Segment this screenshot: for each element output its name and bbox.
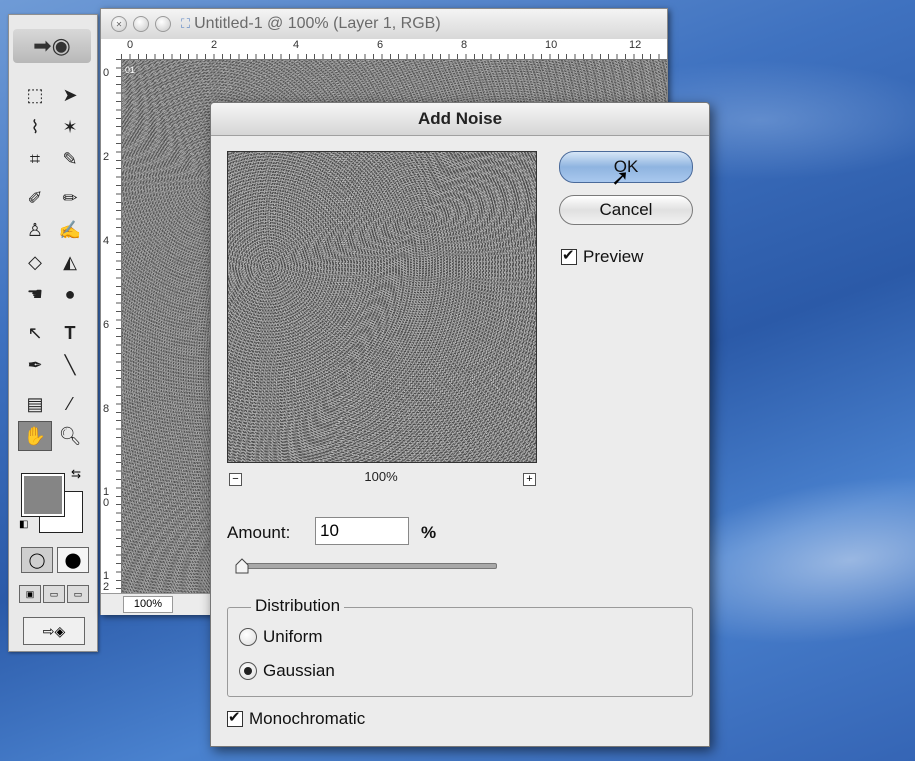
close-window-button[interactable]: ✕	[111, 16, 127, 32]
path-select-tool-icon[interactable]: ↖	[18, 318, 52, 348]
filter-preview[interactable]	[227, 151, 537, 463]
standard-mode-button[interactable]: ◯	[21, 547, 53, 573]
ruler-label: 0	[127, 39, 134, 51]
move-tool-icon[interactable]: ➤	[53, 80, 87, 110]
ruler-label: 4	[103, 235, 110, 247]
zoom-tool-icon[interactable]: 🔍︎	[53, 421, 87, 451]
eyedropper-tool-icon[interactable]: ⁄	[53, 389, 87, 419]
magic-wand-tool-icon[interactable]: ✶	[53, 112, 87, 142]
ruler-label: 12	[629, 39, 642, 51]
distribution-group	[227, 607, 693, 697]
ruler-origin[interactable]	[101, 39, 122, 60]
ruler-label: 10	[545, 39, 558, 51]
preview-checkbox-row[interactable]: Preview	[561, 246, 644, 267]
ruler-label: 2	[103, 151, 110, 163]
ruler-label: 12	[103, 570, 110, 593]
monochromatic-checkbox[interactable]	[227, 708, 243, 727]
pen-tool-icon[interactable]: ✒	[18, 350, 52, 380]
zoom-in-icon[interactable]: +	[523, 473, 536, 486]
dodge-tool-icon[interactable]: ●	[53, 279, 87, 309]
ruler-label: 8	[461, 39, 468, 51]
gaussian-radio-row[interactable]: Gaussian	[239, 661, 335, 681]
full-screen-menu-mode-button[interactable]: ▭	[43, 585, 65, 603]
gaussian-label: Gaussian	[263, 661, 335, 680]
document-proxy-icon[interactable]: ⛶	[181, 16, 190, 31]
amount-label: Amount:	[227, 523, 291, 542]
type-tool-icon[interactable]: T	[53, 318, 87, 348]
quick-mask-mode-button[interactable]: ⬤	[57, 547, 89, 573]
foreground-color-swatch[interactable]	[21, 473, 65, 517]
stamp-tool-icon[interactable]: ♙	[18, 215, 52, 245]
monochromatic-label: Monochromatic	[249, 709, 366, 728]
full-screen-mode-button[interactable]: ▭	[67, 585, 89, 603]
zoom-level-field[interactable]: 100%	[123, 596, 173, 613]
ruler-label: 8	[103, 403, 110, 415]
amount-slider-track[interactable]	[241, 563, 497, 569]
ruler-label: 2	[211, 39, 218, 51]
dialog-title: Add Noise	[211, 103, 709, 136]
document-title-text: Untitled-1 @ 100% (Layer 1, RGB)	[194, 15, 441, 32]
amount-unit: %	[421, 523, 437, 542]
marquee-tool-icon[interactable]: ⬚	[18, 80, 52, 110]
ruler-label: 0	[103, 67, 110, 79]
preview-zoom-level: 100%	[364, 469, 398, 484]
smudge-tool-icon[interactable]: ☚	[18, 279, 52, 309]
ruler-label: 6	[103, 319, 110, 331]
paint-bucket-tool-icon[interactable]: ◭	[53, 247, 87, 277]
gaussian-radio[interactable]	[239, 662, 257, 680]
default-colors-icon[interactable]: ◧	[19, 519, 28, 530]
zoom-window-button[interactable]	[155, 16, 171, 32]
eraser-tool-icon[interactable]: ◇	[18, 247, 52, 277]
standard-screen-mode-button[interactable]: ▣	[19, 585, 41, 603]
lasso-tool-icon[interactable]: ⌇	[18, 112, 52, 142]
vertical-ruler: 0 2 4 6 8 10 12	[101, 59, 122, 593]
ruler-label: 10	[103, 486, 110, 509]
preview-label: Preview	[583, 247, 644, 266]
healing-brush-tool-icon[interactable]: ✐	[18, 183, 52, 213]
document-titlebar: ✕ ⛶ Untitled-1 @ 100% (Layer 1, RGB)	[101, 9, 667, 39]
mask-mode-row: ◯ ⬤	[21, 547, 89, 573]
ruler-label: 6	[377, 39, 384, 51]
line-tool-icon[interactable]: ╲	[53, 350, 87, 380]
tool-grid: ⬚ ➤ ⌇ ✶ ⌗ ✎ ✐ ✏ ♙ ✍ ◇ ◭ ☚ ● ↖ T ✒ ╲ ▤ ⁄ ✋ 🔍︎	[17, 79, 91, 452]
distribution-legend: Distribution	[251, 596, 345, 616]
photoshop-logo-icon[interactable]: ➡◉	[13, 29, 91, 63]
cancel-button[interactable]: Cancel	[559, 195, 693, 225]
screen-mode-row: ▣ ▭ ▭	[19, 585, 89, 603]
brush-tool-icon[interactable]: ✏	[53, 183, 87, 213]
zoom-out-icon[interactable]: −	[229, 473, 242, 486]
hand-tool-icon[interactable]: ✋	[18, 421, 52, 451]
crop-tool-icon[interactable]: ⌗	[18, 144, 52, 174]
amount-input[interactable]	[315, 517, 409, 545]
swap-colors-icon[interactable]: ⇆	[71, 467, 81, 481]
amount-slider-thumb[interactable]	[235, 558, 249, 574]
uniform-radio[interactable]	[239, 628, 257, 646]
monochromatic-checkbox-row[interactable]: Monochromatic	[227, 708, 366, 729]
slice-tool-icon[interactable]: ✎	[53, 144, 87, 174]
uniform-radio-row[interactable]: Uniform	[239, 627, 323, 647]
horizontal-ruler: 0 2 4 6 8 10 12	[121, 39, 667, 60]
toolbox-palette: ➡◉ ⬚ ➤ ⌇ ✶ ⌗ ✎ ✐ ✏ ♙ ✍ ◇ ◭ ☚ ● ↖ T ✒ ╲ ▤ ⁄ ✋ 🔍︎ ⇆ ◧…	[8, 14, 98, 652]
minimize-window-button[interactable]	[133, 16, 149, 32]
notes-tool-icon[interactable]: ▤	[18, 389, 52, 419]
preview-checkbox[interactable]	[561, 246, 577, 265]
mouse-pointer-icon: ➚	[611, 165, 630, 190]
history-brush-tool-icon[interactable]: ✍	[53, 215, 87, 245]
ruler-label: 4	[293, 39, 300, 51]
uniform-label: Uniform	[263, 627, 323, 646]
slice-number-tag: 01	[125, 65, 136, 75]
jump-to-imageready-button[interactable]: ⇨◈	[23, 617, 85, 645]
document-title: ⛶ Untitled-1 @ 100% (Layer 1, RGB)	[181, 15, 441, 33]
add-noise-dialog: Add Noise − 100% + OK Cancel ➚ Preview A…	[210, 102, 710, 747]
